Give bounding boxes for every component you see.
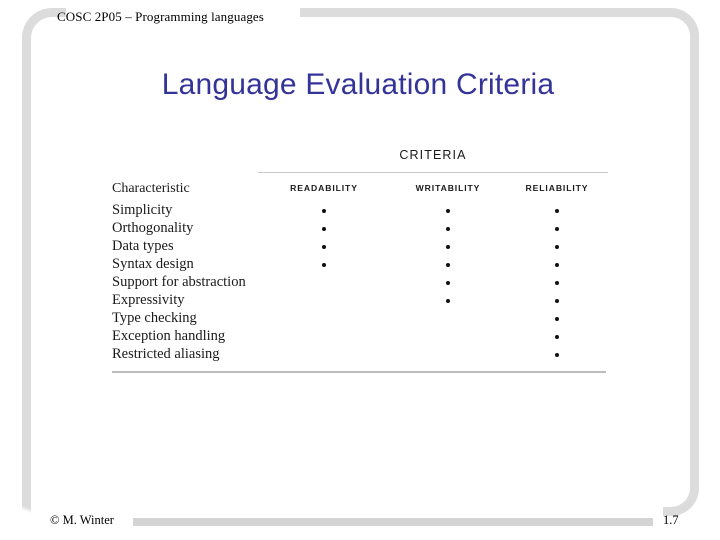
table-rule-bottom <box>112 371 606 373</box>
criteria-mark-dot-icon <box>555 353 559 357</box>
criteria-mark-dot-icon <box>555 281 559 285</box>
frame-corner-top-right-icon <box>663 8 699 52</box>
table-super-header: CRITERIA <box>399 148 467 162</box>
table-row-label: Expressivity <box>112 292 185 308</box>
criteria-mark-dot-icon <box>322 263 326 267</box>
frame-edge-right <box>690 50 699 485</box>
criteria-mark-dot-icon <box>555 335 559 339</box>
footer-divider-bar <box>133 518 653 526</box>
table-row-label: Support for abstraction <box>112 274 246 290</box>
criteria-mark-dot-icon <box>555 299 559 303</box>
course-header: COSC 2P05 – Programming languages <box>57 9 264 24</box>
criteria-mark-dot-icon <box>322 245 326 249</box>
criteria-mark-dot-icon <box>555 317 559 321</box>
table-row-header-label: Characteristic <box>112 181 190 196</box>
table-column-header-readability: READABILITY <box>290 183 358 193</box>
criteria-mark-dot-icon <box>555 245 559 249</box>
criteria-mark-dot-icon <box>555 227 559 231</box>
criteria-mark-dot-icon <box>446 245 450 249</box>
table-row-label: Syntax design <box>112 256 194 272</box>
criteria-mark-dot-icon <box>555 209 559 213</box>
frame-corner-bottom-right-icon <box>663 478 699 516</box>
table-row-label: Exception handling <box>112 328 226 344</box>
criteria-mark-dot-icon <box>322 209 326 213</box>
table-row-label: Orthogonality <box>112 220 194 236</box>
criteria-mark-dot-icon <box>446 281 450 285</box>
table-rule-top <box>258 172 608 173</box>
criteria-mark-dot-icon <box>555 263 559 267</box>
criteria-table: CRITERIA Characteristic READABILITY WRITA… <box>110 142 610 378</box>
frame-edge-left <box>22 50 31 502</box>
criteria-mark-dot-icon <box>446 227 450 231</box>
criteria-mark-dot-icon <box>446 299 450 303</box>
table-column-header-reliability: RELIABILITY <box>525 183 589 193</box>
footer-copyright: © M. Winter <box>50 513 114 527</box>
table-row-label: Simplicity <box>112 202 173 218</box>
criteria-mark-dot-icon <box>446 263 450 267</box>
slide-canvas: { "slide": { "course_header": "COSC 2P05… <box>0 0 720 540</box>
table-row-label: Type checking <box>112 310 197 326</box>
slide-number: 1.7 <box>663 513 679 527</box>
slide-title: Language Evaluation Criteria <box>161 68 555 101</box>
criteria-mark-dot-icon <box>322 227 326 231</box>
criteria-mark-dot-icon <box>446 209 450 213</box>
frame-edge-top <box>300 8 664 17</box>
table-row-label: Data types <box>112 238 174 254</box>
frame-edge-left-tail <box>22 498 31 520</box>
table-row-label: Restricted aliasing <box>112 346 220 362</box>
